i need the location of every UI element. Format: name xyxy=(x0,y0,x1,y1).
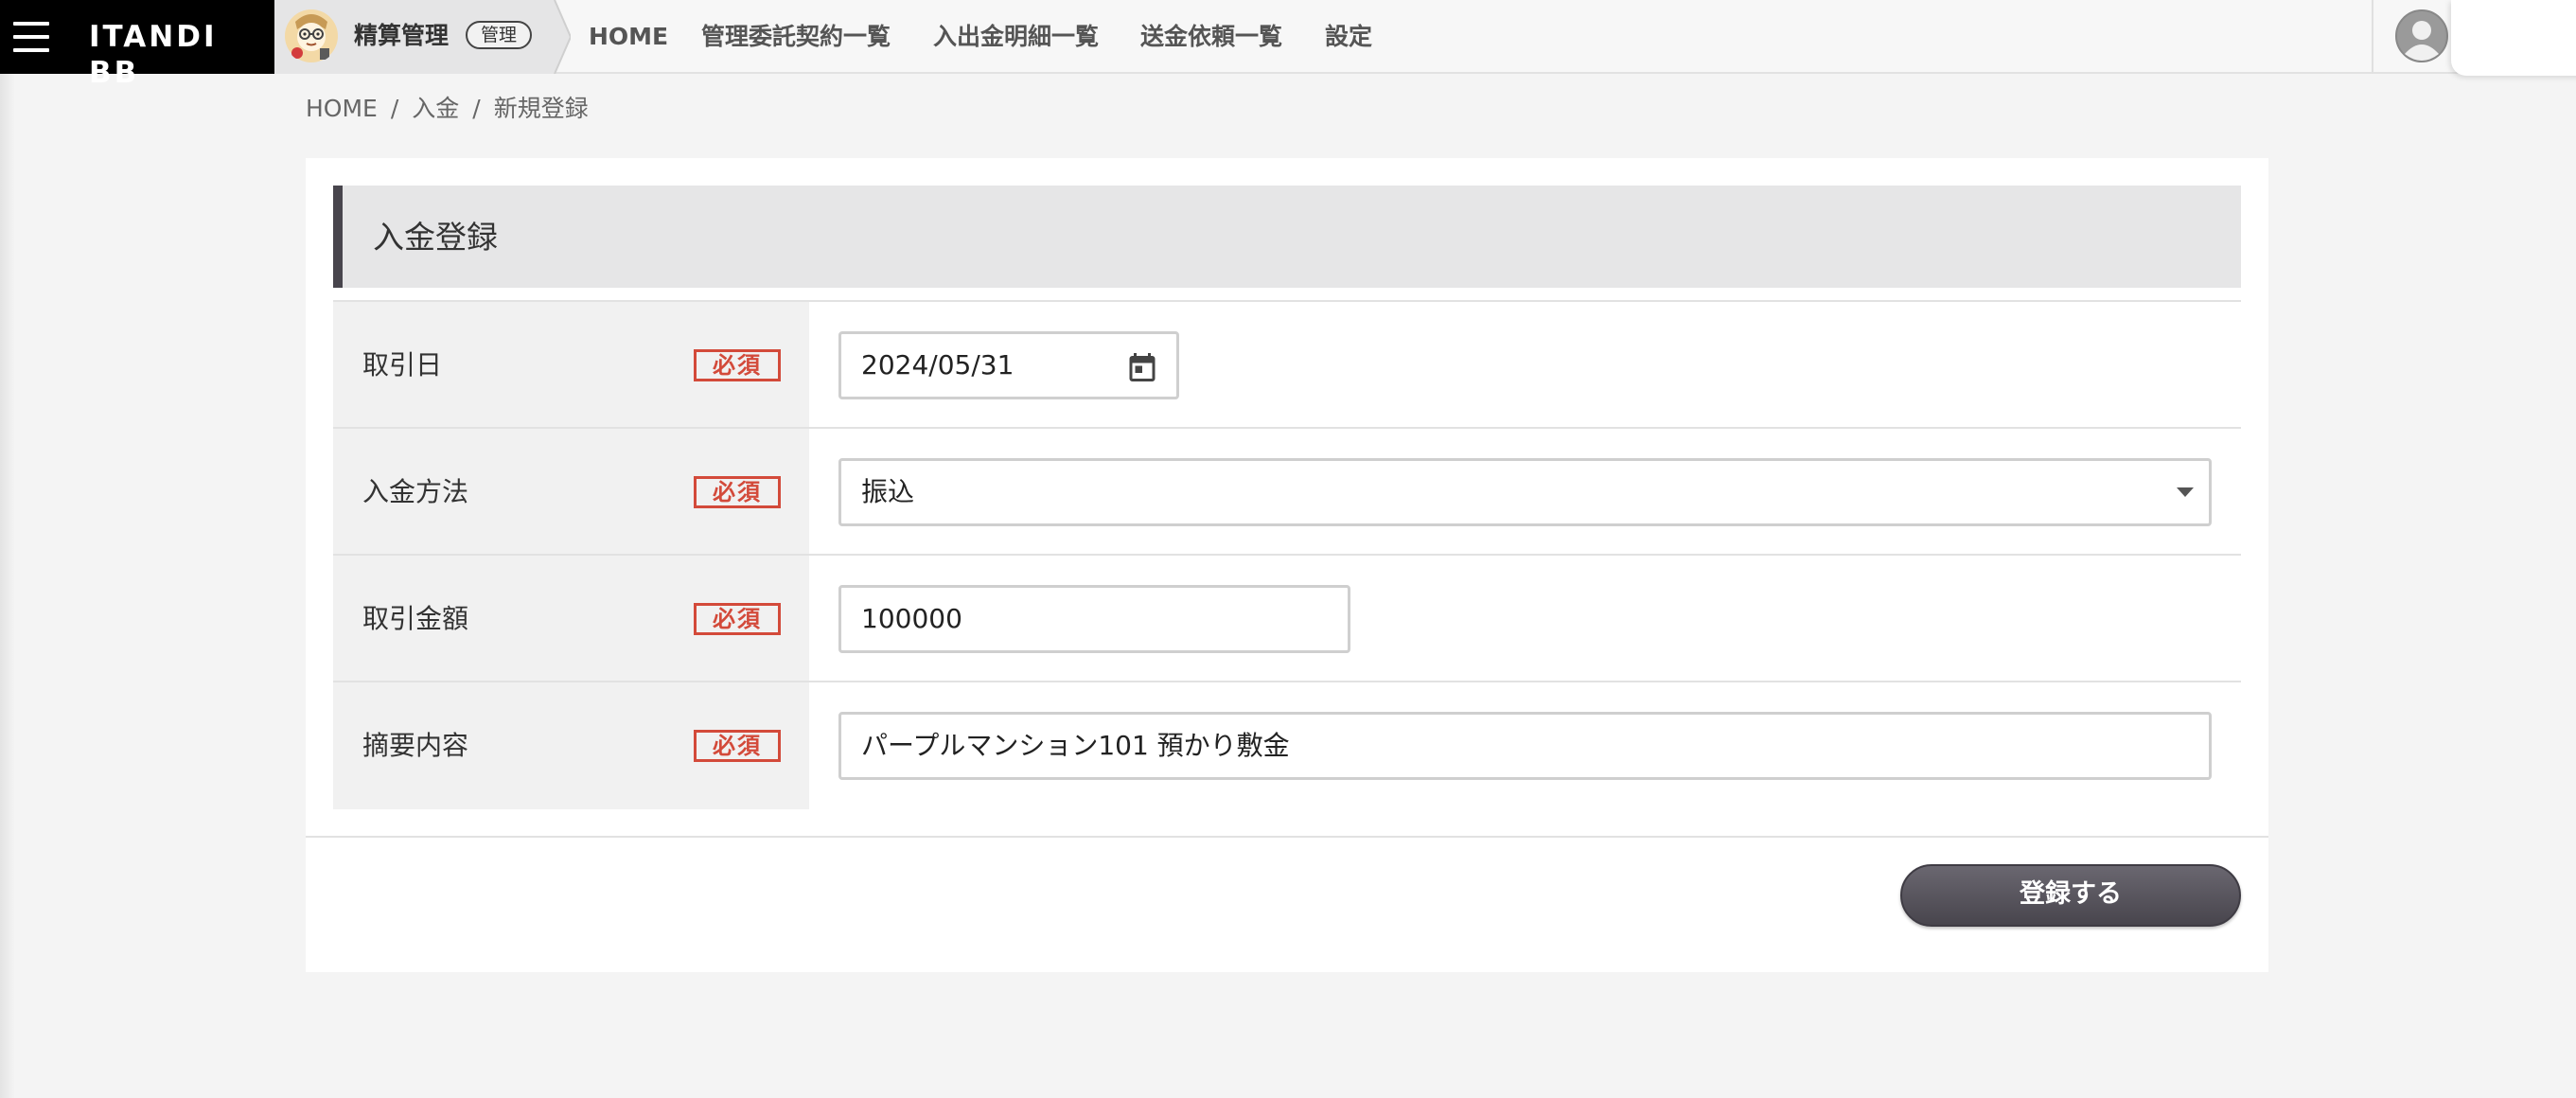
form-row-payment-method: 入金方法 必須 振込 xyxy=(333,429,2241,556)
form-row-amount: 取引金額 必須 100000 xyxy=(333,556,2241,682)
transaction-date-value: 2024/05/31 xyxy=(861,349,1015,381)
transaction-date-input[interactable]: 2024/05/31 xyxy=(838,331,1179,399)
field-input-cell: 2024/05/31 xyxy=(809,302,2241,427)
field-input-cell: 100000 xyxy=(809,556,2241,681)
field-label-cell: 取引金額 必須 xyxy=(333,556,809,681)
required-badge: 必須 xyxy=(694,730,781,762)
nav-transactions[interactable]: 入出金明細一覧 xyxy=(933,21,1099,53)
deposit-form-card: 入金登録 取引日 必須 2024/05/31 入金方法 必須 振込 取引金額 必… xyxy=(306,158,2268,972)
payment-method-label: 入金方法 xyxy=(362,476,469,507)
user-avatar-icon xyxy=(2395,9,2448,62)
field-label-cell: 入金方法 必須 xyxy=(333,429,809,554)
breadcrumb-current: 新規登録 xyxy=(493,95,589,122)
field-label-cell: 摘要内容 必須 xyxy=(333,682,809,809)
app-chip-arrow xyxy=(554,0,571,74)
nav-home[interactable]: HOME xyxy=(589,21,668,53)
breadcrumb-separator: / xyxy=(390,95,399,122)
section-header: 入金登録 xyxy=(333,186,2241,288)
required-badge: 必須 xyxy=(694,476,781,508)
form-row-transaction-date: 取引日 必須 2024/05/31 xyxy=(333,302,2241,429)
user-menu-panel[interactable] xyxy=(2451,0,2576,76)
deposit-form: 取引日 必須 2024/05/31 入金方法 必須 振込 取引金額 必須 100… xyxy=(333,300,2241,809)
breadcrumb: HOME / 入金 / 新規登録 xyxy=(306,93,589,125)
required-badge: 必須 xyxy=(694,603,781,635)
breadcrumb-deposit[interactable]: 入金 xyxy=(412,95,459,122)
footer-divider xyxy=(306,836,2268,838)
mascot-avatar-icon xyxy=(285,9,338,62)
amount-input[interactable]: 100000 xyxy=(838,585,1350,653)
amount-label: 取引金額 xyxy=(362,603,469,634)
breadcrumb-home[interactable]: HOME xyxy=(306,95,378,122)
hamburger-menu-icon[interactable] xyxy=(13,21,49,53)
field-label-cell: 取引日 必須 xyxy=(333,302,809,427)
calendar-icon[interactable] xyxy=(1125,350,1159,384)
payment-method-select[interactable]: 振込 xyxy=(838,458,2212,526)
itandi-bb-logo[interactable]: ITANDI BB xyxy=(89,19,274,91)
chevron-down-icon xyxy=(2177,487,2194,497)
app-switcher[interactable]: 精算管理 管理 xyxy=(274,0,555,74)
nav-settings[interactable]: 設定 xyxy=(1325,21,1372,53)
field-input-cell: パープルマンション101 預かり敷金 xyxy=(809,682,2241,809)
brand-bar: ITANDI BB xyxy=(0,0,274,90)
page-title: 入金登録 xyxy=(373,219,498,256)
app-name: 精算管理 xyxy=(354,22,450,49)
nav-remittance-requests[interactable]: 送金依頼一覧 xyxy=(1140,21,1282,53)
transaction-date-label: 取引日 xyxy=(362,349,443,381)
top-header: ITANDI BB 精算管理 管理 HOME 管理委託契約一覧 入出金明細一覧 … xyxy=(0,0,2576,90)
summary-input[interactable]: パープルマンション101 預かり敷金 xyxy=(838,712,2212,780)
user-account-button[interactable] xyxy=(2372,0,2448,74)
required-badge: 必須 xyxy=(694,349,781,381)
payment-method-value: 振込 xyxy=(861,476,915,507)
register-button[interactable]: 登録する xyxy=(1900,864,2241,927)
page-edge xyxy=(0,74,15,1098)
form-row-summary: 摘要内容 必須 パープルマンション101 預かり敷金 xyxy=(333,682,2241,809)
field-input-cell: 振込 xyxy=(809,429,2241,554)
nav-management-contracts[interactable]: 管理委託契約一覧 xyxy=(701,21,891,53)
app-role-tag: 管理 xyxy=(466,21,533,49)
summary-label: 摘要内容 xyxy=(362,730,469,761)
breadcrumb-separator: / xyxy=(472,95,481,122)
